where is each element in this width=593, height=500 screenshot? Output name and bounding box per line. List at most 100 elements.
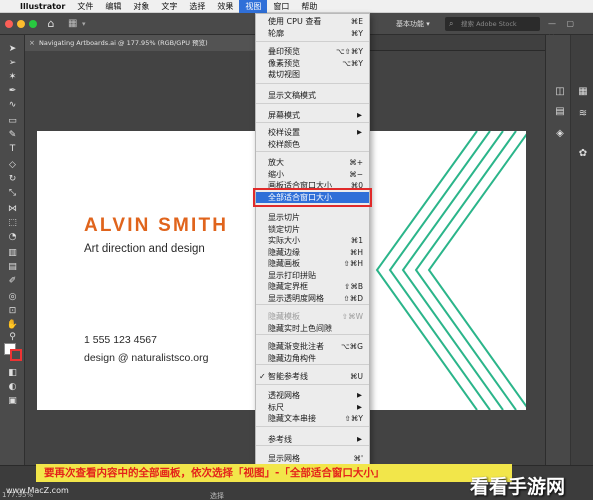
view-menu-item[interactable]: 像素预览 ⌥⌘Y — [256, 58, 369, 69]
view-menu-item-shortcut: ⌥⇧⌘Y — [335, 47, 363, 56]
view-menu-item[interactable]: 屏幕模式 ▶ — [256, 110, 369, 121]
view-menu-item[interactable]: 校样颜色 — [256, 139, 369, 150]
view-menu-item-label: 缩小 — [268, 169, 284, 179]
chevron-down-icon[interactable]: ▾ — [82, 18, 86, 30]
magic-wand-tool-icon[interactable]: ✶ — [5, 71, 20, 83]
menu-type[interactable]: 文字 — [155, 0, 183, 13]
direct-selection-tool-icon[interactable]: ➢ — [5, 57, 20, 69]
view-menu-item-shortcut: ⌥⌘Y — [342, 58, 363, 68]
view-menu-item[interactable]: 显示透明度网格 ⇧⌘D — [256, 293, 369, 304]
free-transform-tool-icon[interactable]: ⬚ — [5, 217, 20, 229]
view-menu-item[interactable]: 隐藏画板 ⇧⌘H — [256, 258, 369, 269]
view-menu-item-shortcut: ⌘Y — [350, 28, 363, 38]
view-menu-item[interactable]: 参考线 ▶ — [256, 434, 369, 445]
blend-tool-icon[interactable]: ◎ — [5, 291, 20, 303]
view-menu-item[interactable]: 显示网格 ⌘' — [256, 453, 369, 464]
shape-builder-tool-icon[interactable]: ◔ — [5, 231, 20, 243]
chevron-stroke[interactable] — [388, 131, 491, 410]
minimize-window-icon[interactable] — [17, 20, 25, 28]
view-menu-item[interactable]: 裁切视图 — [256, 69, 369, 80]
view-menu-item-shortcut: ⇧⌘H — [343, 259, 363, 268]
view-menu-item[interactable]: 隐藏边缘 ⌘H — [256, 247, 369, 258]
stock-search-input[interactable]: ⌕ 搜索 Adobe Stock — [445, 17, 540, 31]
chevron-stroke[interactable] — [427, 131, 526, 410]
view-menu-item-label: 使用 CPU 查看 — [268, 17, 322, 26]
checkmark-icon: ✓ — [259, 372, 266, 381]
chevron-stroke[interactable] — [375, 131, 478, 410]
home-icon[interactable]: ⌂ — [44, 17, 58, 31]
properties-icon[interactable]: ◫ — [552, 85, 568, 99]
swatches-icon[interactable]: ▦ — [575, 85, 591, 99]
zoom-tool-icon[interactable]: ⚲ — [5, 331, 20, 343]
view-menu-item[interactable]: 隐藏定界框 ⇧⌘B — [256, 281, 369, 292]
view-menu-item[interactable]: 轮廓 ⌘Y — [256, 28, 369, 39]
screen-mode-icon[interactable]: ▣ — [5, 395, 20, 407]
perspective-grid-tool-icon[interactable]: ▥ — [5, 247, 20, 259]
chevron-stroke[interactable] — [401, 131, 504, 410]
selection-tool-icon[interactable]: ➤ — [5, 43, 20, 55]
artboard-tool-icon[interactable]: ⊡ — [5, 305, 20, 317]
cc-libraries-icon[interactable]: ✿ — [575, 147, 591, 161]
libraries-icon[interactable]: ▤ — [552, 105, 568, 119]
view-menu-dropdown: 使用 CPU 查看 ⌘E 轮廓 ⌘Y 叠印预览 ⌥⇧⌘Y 像素预览 ⌥⌘Y 裁切视图显示文稿模式… — [255, 13, 370, 474]
close-tab-icon[interactable]: × — [29, 35, 35, 51]
view-menu-item[interactable]: 锁定切片 — [256, 224, 369, 235]
menu-separator — [256, 122, 369, 123]
view-menu-item[interactable]: 校样设置 ▶ — [256, 127, 369, 138]
eyedropper-tool-icon[interactable]: ✐ — [5, 275, 20, 287]
workspace-switcher[interactable]: 基本功能 ▾ — [396, 17, 430, 31]
close-window-icon[interactable] — [5, 20, 13, 28]
menu-help[interactable]: 帮助 — [295, 0, 323, 13]
width-tool-icon[interactable]: ⋈ — [5, 203, 20, 215]
stroke-swatch[interactable] — [10, 349, 22, 361]
view-menu-item[interactable]: 使用 CPU 查看 ⌘E — [256, 16, 369, 27]
view-menu-item[interactable]: 透视网格 ▶ — [256, 390, 369, 401]
view-menu-item[interactable]: 显示打印拼贴 — [256, 270, 369, 281]
view-menu-item[interactable]: 放大 ⌘+ — [256, 157, 369, 168]
type-tool-icon[interactable]: T — [5, 143, 20, 155]
menu-view[interactable]: 视图 — [239, 0, 268, 13]
view-menu-item[interactable]: ✓ 智能参考线 ⌘U — [256, 371, 369, 382]
paintbrush-tool-icon[interactable]: ✎ — [5, 129, 20, 141]
menu-file[interactable]: 文件 — [71, 0, 99, 13]
menu-window[interactable]: 窗口 — [267, 0, 295, 13]
rotate-tool-icon[interactable]: ↻ — [5, 173, 20, 185]
zoom-window-icon[interactable] — [29, 20, 37, 28]
eraser-tool-icon[interactable]: ◇ — [5, 159, 20, 171]
document-tab[interactable]: × Navigating Artboards.ai @ 177.95% (RGB… — [25, 35, 255, 51]
menu-effect[interactable]: 效果 — [211, 0, 239, 13]
view-menu-item-label: 像素预览 — [268, 58, 300, 68]
view-menu-item[interactable]: 实际大小 ⌘1 — [256, 235, 369, 246]
menu-select[interactable]: 选择 — [183, 0, 211, 13]
view-menu-item[interactable]: 缩小 ⌘− — [256, 169, 369, 180]
tools-panel: ➤ ➢ ✶ ✒ ∿ ▭ ✎ T ◇ ↻ ⤡ ⋈ ⬚ ◔ ▥ ▤ ✐ ◎ ⊡ ✋ … — [0, 35, 25, 465]
view-menu-item[interactable]: 隐藏渐变批注者 ⌥⌘G — [256, 341, 369, 352]
hand-tool-icon[interactable]: ✋ — [5, 319, 20, 331]
view-menu-item[interactable]: 标尺 ▶ — [256, 402, 369, 413]
scale-tool-icon[interactable]: ⤡ — [5, 187, 20, 199]
layers-stack-icon[interactable]: ≋ — [575, 107, 591, 121]
view-menu-item[interactable]: 叠印预览 ⌥⇧⌘Y — [256, 46, 369, 57]
arrange-documents-icon[interactable]: ▦ — [68, 18, 80, 30]
view-menu-item-label: 隐藏边缘 — [268, 247, 300, 257]
menu-object[interactable]: 对象 — [127, 0, 155, 13]
chevron-stroke[interactable] — [414, 131, 517, 410]
view-menu-item[interactable]: 显示切片 — [256, 212, 369, 223]
window-controls[interactable]: — ▢ ✕ — [548, 17, 588, 42]
view-menu-item[interactable]: 隐藏边角构件 — [256, 353, 369, 364]
menu-edit[interactable]: 编辑 — [99, 0, 127, 13]
view-menu-item-label: 叠印预览 — [268, 47, 300, 56]
view-menu-item[interactable]: 隐藏实时上色间隙 — [256, 323, 369, 334]
color-mode-icon[interactable]: ◧ — [5, 367, 20, 379]
view-menu-item[interactable]: 隐藏文本串接 ⇧⌘Y — [256, 413, 369, 424]
rectangle-tool-icon[interactable]: ▭ — [5, 115, 20, 127]
curvature-tool-icon[interactable]: ∿ — [5, 99, 20, 111]
menu-illustrator[interactable]: Illustrator — [14, 0, 71, 13]
pen-tool-icon[interactable]: ✒ — [5, 85, 20, 97]
draw-mode-icon[interactable]: ◐ — [5, 381, 20, 393]
layers-icon[interactable]: ◈ — [552, 127, 568, 141]
view-menu-item[interactable]: 隐藏模板 ⇧⌘W — [256, 311, 369, 322]
gradient-tool-icon[interactable]: ▤ — [5, 261, 20, 273]
view-menu-item[interactable]: 显示文稿模式 — [256, 90, 369, 101]
view-menu-item-shortcut: ⌥⌘G — [341, 342, 363, 351]
